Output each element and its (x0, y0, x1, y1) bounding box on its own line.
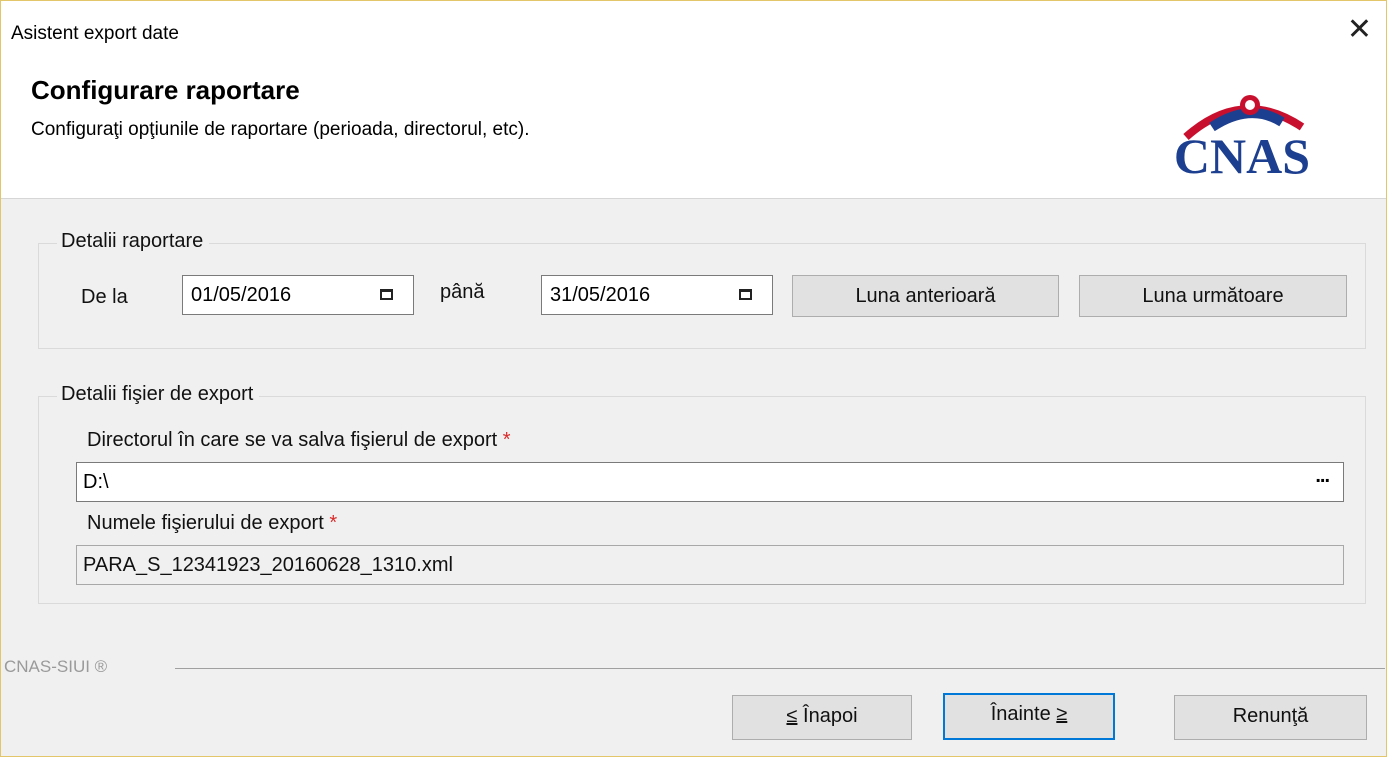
from-date-value: 01/05/2016 (191, 284, 292, 306)
wizard-header: Configurare raportare Configuraţi opţiun… (1, 63, 1386, 199)
filename-value: PARA_S_12341923_20160628_1310.xml (83, 554, 453, 576)
page-subtitle: Configuraţi opţiunile de raportare (peri… (31, 119, 530, 140)
filename-label: Numele fişierului de export * (87, 512, 337, 535)
close-icon[interactable]: ✕ (1347, 15, 1372, 45)
reporting-details-legend: Detalii raportare (57, 230, 210, 253)
next-suffix: ≥ (1056, 703, 1068, 725)
next-label: Înainte (990, 703, 1051, 725)
back-button[interactable]: ≤ Înapoi (732, 695, 912, 740)
previous-month-button[interactable]: Luna anterioară (792, 275, 1059, 317)
directory-value: D:\ (83, 471, 109, 493)
next-button[interactable]: Înainte ≥ (943, 693, 1115, 740)
page-title: Configurare raportare (31, 75, 300, 105)
required-marker: * (329, 512, 338, 534)
back-prefix: ≤ (786, 705, 798, 727)
export-file-details-legend: Detalii fişier de export (57, 383, 260, 406)
filename-input: PARA_S_12341923_20160628_1310.xml (76, 545, 1344, 585)
filename-label-text: Numele fişierului de export (87, 512, 324, 534)
calendar-icon[interactable] (739, 289, 752, 300)
next-month-button[interactable]: Luna următoare (1079, 275, 1347, 317)
cnas-logo-icon: CNAS (1174, 95, 1310, 184)
from-date-picker[interactable]: 01/05/2016 (182, 275, 414, 315)
to-label: până (440, 281, 485, 303)
cancel-button[interactable]: Renunţă (1174, 695, 1367, 740)
required-marker: * (502, 429, 511, 451)
footer-brand: CNAS-SIUI ® (4, 657, 108, 676)
footer-divider (175, 668, 1385, 669)
window-title: Asistent export date (11, 23, 179, 44)
directory-label: Directorul în care se va salva fişierul … (87, 429, 511, 452)
from-label: De la (81, 286, 128, 308)
export-wizard-window: Asistent export date ✕ Configurare rapor… (0, 0, 1387, 757)
title-bar: Asistent export date ✕ (1, 1, 1386, 63)
logo-text: CNAS (1174, 128, 1310, 184)
to-date-picker[interactable]: 31/05/2016 (541, 275, 773, 315)
to-date-value: 31/05/2016 (550, 284, 651, 306)
directory-label-text: Directorul în care se va salva fişierul … (87, 429, 498, 451)
calendar-icon[interactable] (380, 289, 393, 300)
back-label: Înapoi (803, 705, 858, 727)
directory-input[interactable]: D:\ ... (76, 462, 1344, 502)
browse-button[interactable]: ... (1315, 465, 1330, 488)
